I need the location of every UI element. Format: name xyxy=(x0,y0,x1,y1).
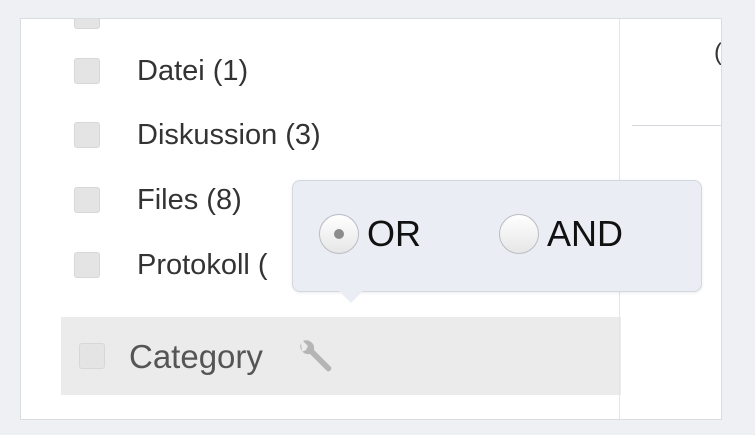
facet-label: Diskussion (3) xyxy=(137,119,321,151)
popover-arrow xyxy=(339,291,363,303)
and-option[interactable]: AND xyxy=(499,213,623,255)
facet-checkbox[interactable] xyxy=(74,19,100,29)
cut-off-text: ( xyxy=(714,39,722,66)
and-radio[interactable] xyxy=(499,214,539,254)
facet-checkbox[interactable] xyxy=(74,187,100,213)
or-option[interactable]: OR xyxy=(319,213,421,255)
facet-label: Files (8) xyxy=(137,184,242,216)
and-label: AND xyxy=(547,213,624,254)
facet-checkbox[interactable] xyxy=(74,252,100,278)
wrench-icon[interactable] xyxy=(293,337,337,377)
category-checkbox[interactable] xyxy=(79,343,105,369)
or-label: OR xyxy=(367,213,421,254)
facet-checkbox[interactable] xyxy=(74,58,100,84)
facet-label: Protokoll ( xyxy=(137,249,268,281)
divider xyxy=(632,125,721,126)
or-radio[interactable] xyxy=(319,214,359,254)
facet-checkbox[interactable] xyxy=(74,122,100,148)
category-label: Category xyxy=(129,338,263,375)
category-row[interactable]: Category xyxy=(61,317,621,395)
operator-popover: OR AND xyxy=(292,180,702,303)
facet-label: Datei (1) xyxy=(137,55,249,87)
